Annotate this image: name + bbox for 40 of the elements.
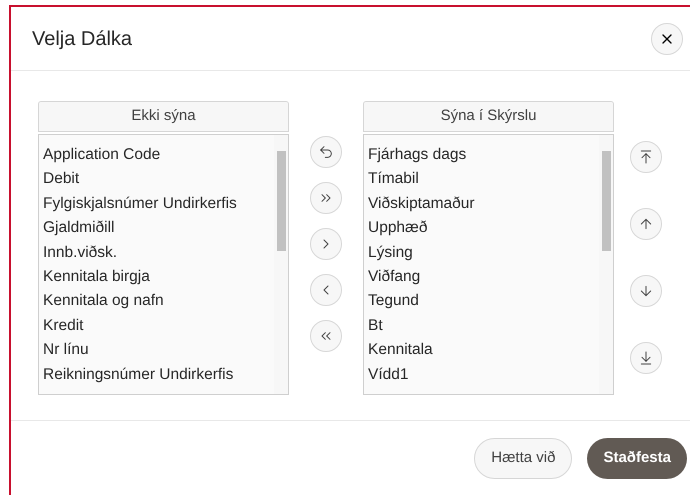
arrow-up-icon bbox=[638, 216, 654, 232]
move-all-left-button[interactable] bbox=[310, 320, 342, 352]
list-item[interactable]: Fjárhags dags bbox=[368, 143, 599, 168]
list-item[interactable]: Tegund bbox=[368, 289, 599, 314]
list-item[interactable]: Bt bbox=[368, 314, 599, 338]
list-header: Ekki sýna bbox=[38, 101, 289, 132]
list-item[interactable]: Viðfang bbox=[368, 264, 599, 290]
list-item[interactable]: Lýsing bbox=[368, 240, 599, 265]
dialog-title: Velja Dálka bbox=[32, 26, 132, 52]
list-item[interactable]: Kennitala og nafn bbox=[43, 289, 274, 314]
list-item[interactable]: Kennitala bbox=[368, 338, 599, 363]
list-item[interactable]: Upphæð bbox=[368, 216, 599, 241]
reset-button[interactable] bbox=[310, 136, 342, 168]
arrow-down-icon bbox=[638, 283, 654, 299]
list-item[interactable]: Nr línu bbox=[43, 338, 274, 363]
list-item[interactable]: Reikningsnúmer Undirkerfis bbox=[43, 362, 274, 387]
list-item[interactable]: Tímabil bbox=[368, 167, 599, 192]
list-item[interactable]: Innb.viðsk. bbox=[43, 240, 274, 265]
confirm-button[interactable]: Staðfesta bbox=[587, 438, 687, 479]
arrow-up-to-line-icon bbox=[638, 149, 654, 165]
move-to-bottom-button[interactable] bbox=[630, 342, 662, 374]
list-item[interactable]: Viðskiptamaður bbox=[368, 192, 599, 216]
move-all-right-button[interactable] bbox=[310, 182, 342, 214]
list-item[interactable]: Kredit bbox=[43, 314, 274, 338]
list-item[interactable]: Fylgiskjalsnúmer Undirkerfis bbox=[43, 192, 274, 216]
cancel-button[interactable]: Hætta við bbox=[474, 438, 572, 479]
list-header: Sýna í Skýrslu bbox=[363, 101, 614, 132]
move-up-button[interactable] bbox=[630, 208, 662, 240]
list-item[interactable]: Kennitala birgja bbox=[43, 264, 274, 290]
move-down-button[interactable] bbox=[630, 275, 662, 307]
move-to-top-button[interactable] bbox=[630, 141, 662, 173]
return-arrow-icon bbox=[318, 144, 334, 160]
arrow-down-to-line-icon bbox=[638, 350, 654, 366]
list-item[interactable]: Gjaldmiðill bbox=[43, 216, 274, 241]
list-item[interactable]: Debit bbox=[43, 167, 274, 192]
list-box[interactable]: Fjárhags dags Tímabil Viðskiptamaður Upphæð Lýsing Viðfang Tegund Bt Kennitala Vídd1 bbox=[363, 134, 614, 395]
close-button[interactable] bbox=[651, 22, 683, 54]
list-item[interactable]: Application Code bbox=[43, 143, 274, 168]
list-box[interactable]: Application Code Debit Fylgiskjalsnúmer Undirkerfis Gjaldmiðill Innb.viðsk. Kennitala birgja Kennitala og nafn Kredit Nr línu Reikningsnúmer Undirkerfis bbox=[38, 134, 289, 395]
list-item[interactable]: Vídd1 bbox=[368, 362, 599, 387]
